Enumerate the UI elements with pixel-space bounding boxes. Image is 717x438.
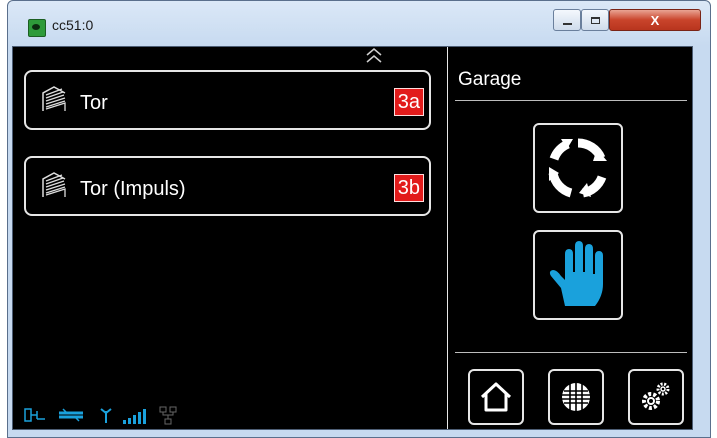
title-bar[interactable]: cc51:0 X [8, 1, 710, 47]
window-title: cc51:0 [52, 17, 94, 33]
list-item-tor-impuls[interactable]: Tor (Impuls) 3b [24, 156, 431, 216]
hand-stop-icon [535, 241, 621, 322]
signal-bars-icon [123, 409, 146, 424]
panel-title: Garage [458, 69, 522, 90]
ethernet-icon [59, 408, 83, 422]
panel-divider-top [455, 100, 687, 101]
gears-icon [630, 382, 682, 427]
maximize-button[interactable] [581, 9, 609, 31]
maximize-icon [590, 16, 600, 24]
speaker-grid-icon [550, 383, 602, 427]
plug-icon [24, 408, 45, 422]
list-item-label: Tor (Impuls) [80, 178, 186, 200]
close-button[interactable]: X [609, 9, 701, 31]
minimize-icon [562, 22, 572, 25]
close-icon: X [650, 12, 660, 28]
home-icon [470, 382, 522, 427]
app-icon [28, 19, 46, 37]
item-badge: 3a [393, 88, 424, 116]
refresh-icon [535, 138, 621, 215]
network-icon [159, 406, 177, 425]
garage-gate-icon [40, 171, 68, 199]
media-button[interactable] [548, 369, 604, 425]
chevron-up-icon[interactable] [365, 47, 383, 65]
stop-button[interactable] [533, 230, 623, 320]
refresh-button[interactable] [533, 123, 623, 213]
minimize-button[interactable] [553, 9, 581, 31]
list-item-tor[interactable]: Tor 3a [24, 70, 431, 130]
garage-gate-icon [40, 85, 68, 113]
home-button[interactable] [468, 369, 524, 425]
panel-divider-bottom [455, 352, 687, 353]
list-item-label: Tor [80, 92, 108, 114]
antenna-icon [100, 408, 112, 423]
panel-divider [447, 47, 448, 429]
device-screen: Tor 3a Tor (Impuls) 3b Garage [12, 46, 693, 430]
item-badge: 3b [393, 174, 424, 202]
status-bar [23, 403, 243, 427]
settings-button[interactable] [628, 369, 684, 425]
